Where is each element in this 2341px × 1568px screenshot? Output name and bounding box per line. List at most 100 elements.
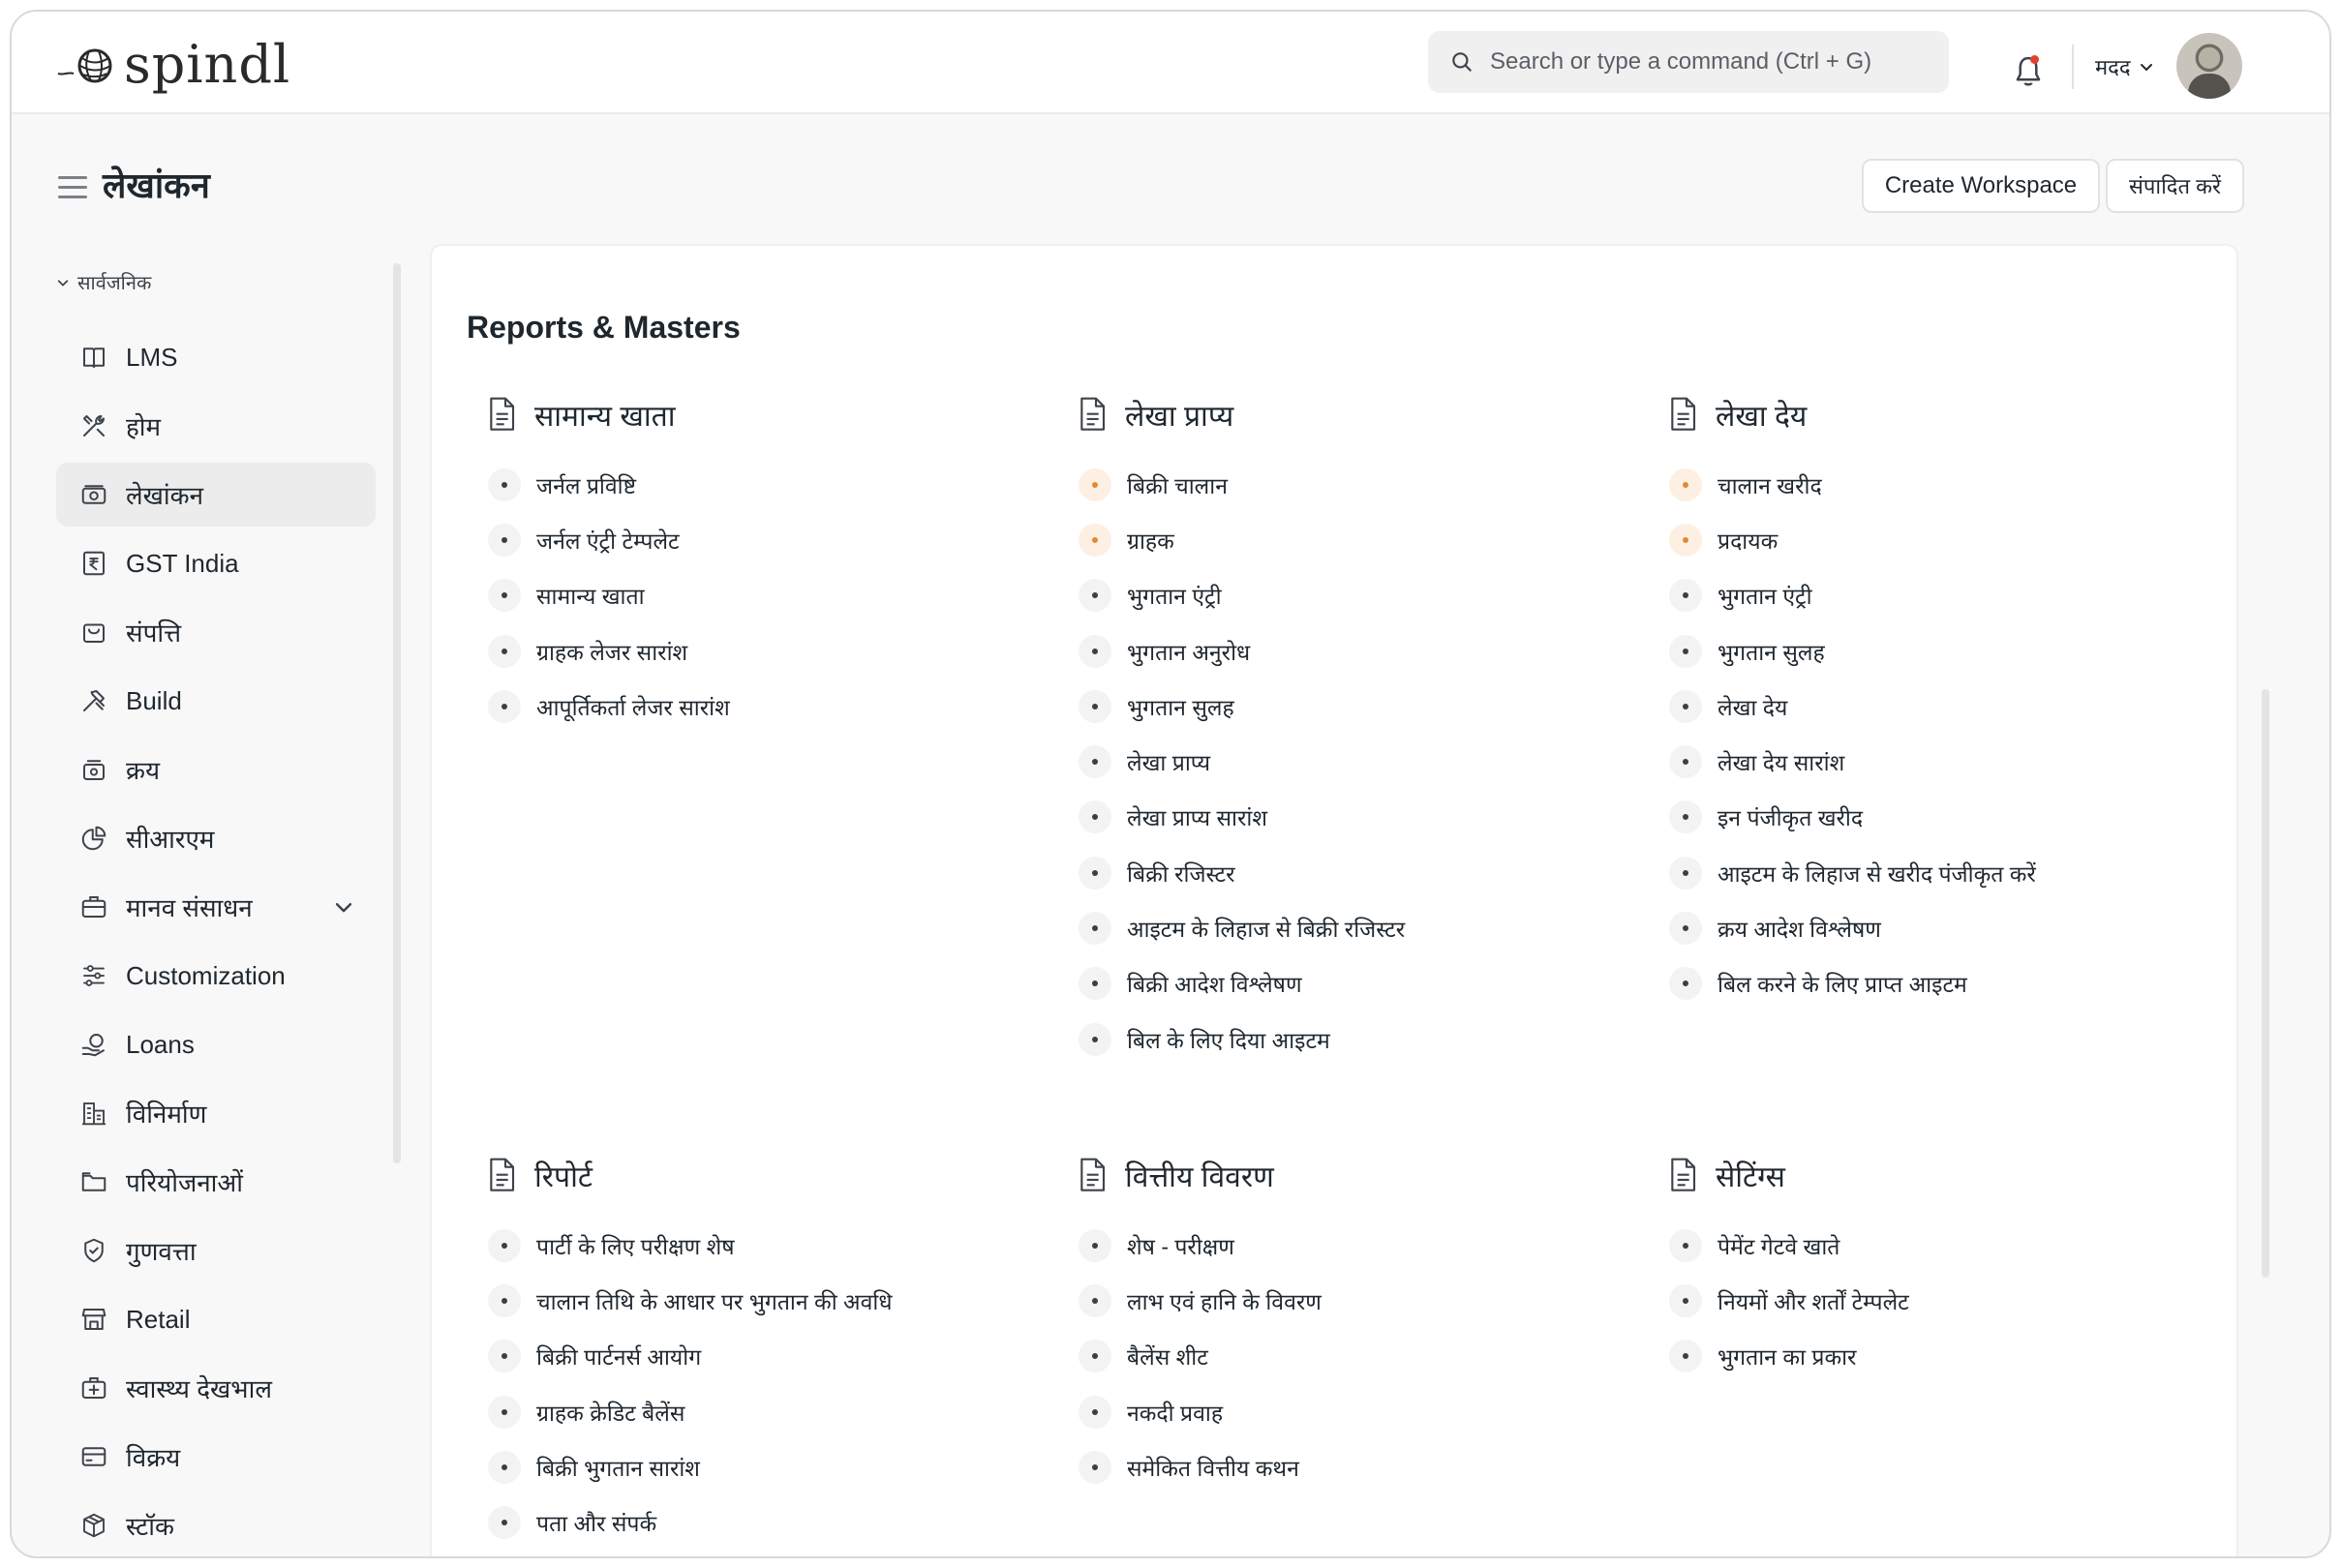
search-bar[interactable] (1428, 31, 1949, 93)
shortcut-link[interactable]: भुगतान सुलह (1657, 623, 2219, 678)
shortcut-link[interactable]: जर्नल एंट्री टेम्पलेट (476, 512, 1038, 567)
shortcut-link[interactable]: बैलेंस शीट (1067, 1329, 1628, 1384)
sidebar-item-label: विक्रय (126, 1443, 181, 1472)
shortcut-link[interactable]: बिल के लिए दिया आइटम (1067, 1011, 1628, 1067)
shortcut-link[interactable]: समेकित वित्तीय कथन (1067, 1439, 1628, 1494)
sidebar-item-accounting[interactable]: लेखांकन (56, 463, 376, 527)
shortcut-link[interactable]: भुगतान अनुरोध (1067, 623, 1628, 678)
sidebar-item-label: Customization (126, 960, 286, 990)
badge-check-icon (79, 1236, 108, 1265)
shortcut-link-label: जर्नल प्रविष्टि (536, 472, 637, 498)
box-icon (79, 1511, 108, 1540)
shortcut-link[interactable]: सामान्य खाता (476, 568, 1038, 623)
bullet-icon (1079, 467, 1111, 501)
shortcut-link[interactable]: नियमों और शर्तों टेम्पलेट (1657, 1273, 2219, 1328)
sidebar-item-lms[interactable]: LMS (56, 325, 376, 389)
content-scrollbar[interactable] (2262, 689, 2269, 1278)
help-dropdown[interactable]: मदद (2095, 52, 2154, 81)
shortcut-link[interactable]: बिल करने के लिए प्राप्त आइटम (1657, 956, 2219, 1011)
shortcut-link-label: भुगतान अनुरोध (1127, 639, 1251, 665)
sidebar-item-label: Build (126, 685, 182, 715)
shortcut-link[interactable]: चालान तिथि के आधार पर भुगतान की अवधि (476, 1273, 1038, 1328)
shortcut-link-label: भुगतान एंट्री (1718, 584, 1812, 610)
shortcut-link[interactable]: बिक्री पार्टनर्स आयोग (476, 1329, 1038, 1384)
shortcut-link[interactable]: ग्राहक (1067, 512, 1628, 567)
sidebar-item-manufacturing[interactable]: विनिर्माण (56, 1081, 376, 1145)
sidebar-item-label: विनिर्माण (126, 1100, 207, 1129)
sidebar-item-assets[interactable]: संपत्ति (56, 600, 376, 664)
tools-icon (79, 411, 108, 440)
shortcut-link[interactable]: चालान खरीद (1657, 457, 2219, 512)
sidebar-item-stock[interactable]: स्टॉक (56, 1493, 376, 1556)
shortcut-link[interactable]: नकदी प्रवाह (1067, 1384, 1628, 1439)
link-group-title: रिपोर्ट (534, 1161, 593, 1193)
page-title: लेखांकन (103, 166, 210, 205)
link-group-title: वित्तीय विवरण (1125, 1161, 1274, 1193)
shortcut-link[interactable]: ग्राहक क्रेडिट बैलेंस (476, 1384, 1038, 1439)
bullet-icon (488, 1506, 521, 1540)
sidebar-item-crm[interactable]: सीआरएम (56, 806, 376, 870)
shortcut-link[interactable]: लाभ एवं हानि के विवरण (1067, 1273, 1628, 1328)
shortcut-link[interactable]: ग्राहक लेजर सारांश (476, 623, 1038, 678)
sidebar-item-purchase[interactable]: क्रय (56, 738, 376, 801)
shortcut-link-label: बिक्री रजिस्टर (1127, 860, 1235, 887)
sidebar-item-sales[interactable]: विक्रय (56, 1425, 376, 1489)
shortcut-link-label: पेमेंट गेटवे खाते (1718, 1233, 1840, 1259)
shortcut-link[interactable]: आइटम के लिहाज से बिक्री रजिस्टर (1067, 900, 1628, 955)
sidebar-item-label: स्वास्थ्य देखभाल (126, 1374, 272, 1403)
shortcut-link[interactable]: बिक्री रजिस्टर (1067, 845, 1628, 900)
sidebar-scrollbar[interactable] (393, 263, 401, 1163)
sidebar-item-quality[interactable]: गुणवत्ता (56, 1219, 376, 1282)
shortcut-link[interactable]: भुगतान एंट्री (1067, 568, 1628, 623)
factory-icon (79, 1099, 108, 1128)
create-workspace-button[interactable]: Create Workspace (1862, 159, 2100, 213)
bullet-icon (1669, 579, 1702, 613)
shortcut-link[interactable]: इन पंजीकृत खरीद (1657, 790, 2219, 845)
sidebar-item-home[interactable]: होम (56, 394, 376, 458)
sidebar-item-healthcare[interactable]: स्वास्थ्य देखभाल (56, 1356, 376, 1420)
sidebar-item-label: सीआरएम (126, 825, 215, 854)
edit-button[interactable]: संपादित करें (2106, 159, 2244, 213)
link-list: जर्नल प्रविष्टि जर्नल एंट्री टेम्पलेट सामा… (476, 457, 1038, 734)
shortcut-link[interactable]: लेखा देय (1657, 678, 2219, 734)
sidebar-item-hr[interactable]: मानव संसाधन (56, 875, 376, 939)
sidebar-item-loans[interactable]: Loans (56, 1012, 376, 1076)
shortcut-link[interactable]: भुगतान का प्रकार (1657, 1329, 2219, 1384)
sidebar-section-public[interactable]: सार्वजनिक (56, 269, 151, 295)
shortcut-link[interactable]: शेष - परीक्षण (1067, 1218, 1628, 1273)
shortcut-link-label: बिक्री पार्टनर्स आयोग (536, 1344, 702, 1371)
sidebar-item-customization[interactable]: Customization (56, 944, 376, 1008)
chevron-down-icon[interactable] (333, 896, 354, 918)
shortcut-link[interactable]: आइटम के लिहाज से खरीद पंजीकृत करें (1657, 845, 2219, 900)
shortcut-link[interactable]: बिक्री भुगतान सारांश (476, 1439, 1038, 1494)
notification-bell-icon[interactable] (2012, 54, 2045, 89)
shortcut-link[interactable]: पेमेंट गेटवे खाते (1657, 1218, 2219, 1273)
search-input[interactable] (1490, 48, 1949, 75)
shortcut-link[interactable]: क्रय आदेश विश्लेषण (1657, 900, 2219, 955)
sidebar-item-label: स्टॉक (126, 1512, 174, 1541)
bullet-icon (1669, 967, 1702, 1001)
shortcut-link-label: आइटम के लिहाज से खरीद पंजीकृत करें (1718, 860, 2036, 887)
shortcut-link[interactable]: लेखा देय सारांश (1657, 734, 2219, 789)
shortcut-link[interactable]: लेखा प्राप्य सारांश (1067, 790, 1628, 845)
shortcut-link[interactable]: जर्नल प्रविष्टि (476, 457, 1038, 512)
shortcut-link[interactable]: लेखा प्राप्य (1067, 734, 1628, 789)
shortcut-link[interactable]: पार्टी के लिए परीक्षण शेष (476, 1218, 1038, 1273)
user-avatar[interactable] (2176, 33, 2242, 99)
sidebar-item-build[interactable]: Build (56, 669, 376, 733)
shortcut-link[interactable]: पता और संपर्क (476, 1494, 1038, 1550)
shortcut-link[interactable]: बिक्री चालान (1067, 457, 1628, 512)
shortcut-link[interactable]: भुगतान सुलह (1067, 678, 1628, 734)
shortcut-link[interactable]: आपूर्तिकर्ता लेजर सारांश (476, 678, 1038, 734)
bullet-icon (1079, 1340, 1111, 1373)
sidebar-item-projects[interactable]: परियोजनाओं (56, 1150, 376, 1214)
shortcut-link[interactable]: बिक्री आदेश विश्लेषण (1067, 956, 1628, 1011)
shortcut-link-label: ग्राहक लेजर सारांश (536, 639, 688, 665)
hamburger-menu-icon[interactable] (58, 176, 87, 198)
app-logo[interactable]: spindl (56, 34, 290, 95)
sidebar-item-gst-india[interactable]: GST India (56, 531, 376, 595)
shortcut-link[interactable]: प्रदायक (1657, 512, 2219, 567)
sidebar-item-retail[interactable]: Retail (56, 1287, 376, 1351)
shortcut-link[interactable]: भुगतान एंट्री (1657, 568, 2219, 623)
link-group-header: सेटिंग्स (1667, 1154, 2219, 1196)
